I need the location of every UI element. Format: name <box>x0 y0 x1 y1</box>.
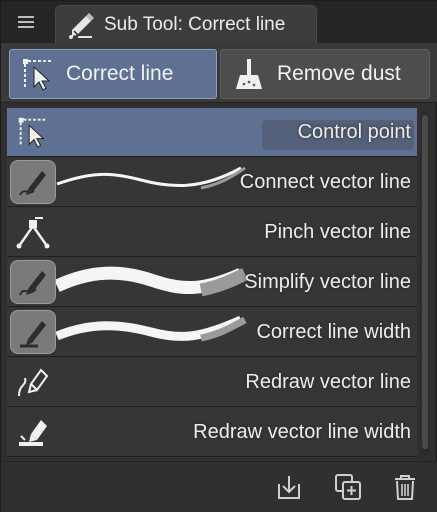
control-point-icon <box>10 110 56 154</box>
download-icon[interactable] <box>272 470 306 504</box>
sub-tool-list: Control point Connect vector line Pinch … <box>7 108 417 458</box>
tool-label: Connect vector line <box>239 171 411 193</box>
tool-label: Redraw vector line <box>245 371 411 393</box>
control-point-icon <box>16 52 60 96</box>
tool-row-redraw-vector-line-width[interactable]: Redraw vector line width <box>7 408 417 457</box>
tool-row-redraw-vector-line[interactable]: Redraw vector line <box>7 358 417 407</box>
trash-icon[interactable] <box>388 470 422 504</box>
tool-row-simplify-vector-line[interactable]: Simplify vector line <box>7 258 417 307</box>
pinch-icon <box>10 210 56 254</box>
panel-title: Sub Tool: Correct line <box>104 13 286 35</box>
pen-icon <box>10 310 56 354</box>
connect-stroke-preview <box>56 166 246 190</box>
pen-icon <box>10 160 56 204</box>
tool-label: Correct line width <box>256 321 411 343</box>
redraw-width-icon <box>10 410 56 454</box>
tool-label: Control point <box>297 121 411 143</box>
group-remove-dust-label: Remove dust <box>277 62 401 85</box>
tool-label: Redraw vector line width <box>193 421 411 443</box>
correct-line-tool-icon <box>64 8 98 42</box>
tool-row-connect-vector-line[interactable]: Connect vector line <box>7 158 417 207</box>
panel-footer <box>1 461 437 512</box>
list-scrollbar[interactable] <box>421 111 429 455</box>
tool-row-pinch-vector-line[interactable]: Pinch vector line <box>7 208 417 257</box>
tool-row-correct-line-width[interactable]: Correct line width <box>7 308 417 357</box>
width-stroke-preview <box>55 315 247 342</box>
group-correct-line-button[interactable]: Correct line <box>9 49 217 99</box>
panel-tab[interactable]: Sub Tool: Correct line <box>55 5 317 43</box>
tool-row-control-point[interactable]: Control point <box>7 108 417 157</box>
pen-icon <box>10 260 56 304</box>
hamburger-icon[interactable] <box>7 5 45 39</box>
tool-label: Pinch vector line <box>264 221 411 243</box>
scrollbar-thumb[interactable] <box>422 115 428 449</box>
group-correct-line-label: Correct line <box>66 62 174 85</box>
panel-header: Sub Tool: Correct line <box>1 1 437 43</box>
simplify-stroke-preview <box>54 266 248 297</box>
tool-group-bar: Correct line Remove dust <box>1 43 437 103</box>
tool-label: Simplify vector line <box>244 271 411 293</box>
sub-tool-panel: Sub Tool: Correct line Correct line Remo… <box>0 0 437 512</box>
dust-pan-icon <box>227 52 271 96</box>
duplicate-icon[interactable] <box>331 470 365 504</box>
group-remove-dust-button[interactable]: Remove dust <box>220 49 430 99</box>
redraw-icon <box>10 360 56 404</box>
